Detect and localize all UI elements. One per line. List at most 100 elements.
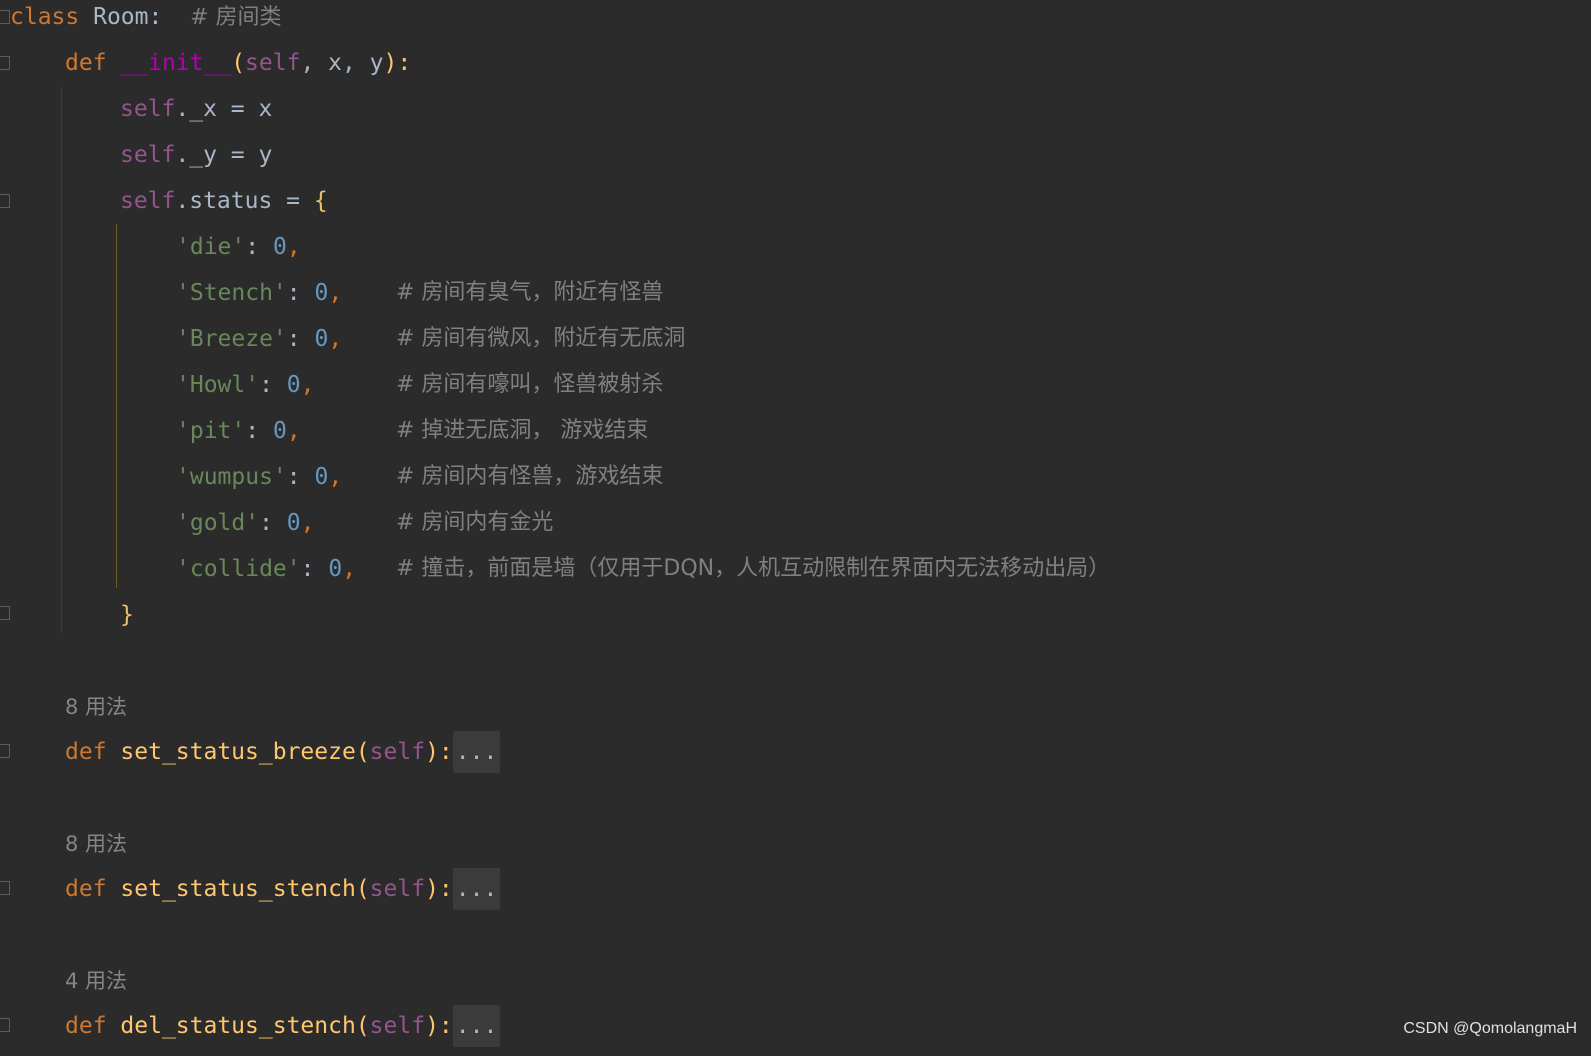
fold-marker-icon[interactable]: [0, 194, 10, 208]
dict-key: 'collide': [176, 556, 301, 582]
comma: ,: [328, 280, 343, 306]
comma: ,: [328, 464, 343, 490]
comment: # 房间类: [190, 5, 282, 30]
code-line-status: self.status = {: [120, 178, 328, 224]
comma: ,: [286, 234, 301, 260]
dict-item: 'Howl': 0,: [176, 362, 315, 408]
folded-code-button[interactable]: ...: [452, 1005, 501, 1047]
open-brace: {: [313, 188, 328, 214]
self-param: self: [369, 1013, 426, 1039]
self-param: self: [369, 739, 426, 765]
dict-key: 'Stench': [176, 280, 287, 306]
paren: (: [355, 739, 370, 765]
function-name: set_status_stench: [120, 876, 356, 902]
params: , x, y: [300, 50, 384, 76]
code-text: ._x = x: [175, 96, 273, 122]
keyword: def: [65, 50, 107, 76]
separator: :: [286, 280, 315, 306]
function-name: __init__: [120, 50, 232, 76]
code-line-class: class Room: # 房间类: [10, 0, 282, 40]
dict-item: 'wumpus': 0,: [176, 454, 342, 500]
usage-hint[interactable]: 8 用法: [65, 684, 127, 730]
folded-code-button[interactable]: ...: [452, 868, 501, 910]
comment: # 掉进无底洞， 游戏结束: [396, 418, 649, 443]
self-param: self: [369, 876, 426, 902]
fold-marker-icon[interactable]: [0, 744, 10, 758]
dict-key: 'Howl': [176, 372, 260, 398]
separator: :: [286, 326, 315, 352]
dict-item: 'gold': 0,: [176, 500, 315, 546]
separator: :: [245, 418, 273, 444]
indent-guide-dict: [116, 224, 117, 588]
comment: # 房间内有金光: [396, 510, 554, 535]
paren: (: [231, 50, 246, 76]
fold-marker-icon[interactable]: [0, 606, 10, 620]
usage-hint[interactable]: 8 用法: [65, 821, 127, 867]
paren: (: [355, 1013, 370, 1039]
self-param: self: [245, 50, 301, 76]
dict-item: 'die': 0,: [176, 224, 301, 270]
comma: ,: [300, 510, 315, 536]
fold-marker-icon[interactable]: [0, 10, 10, 24]
paren: ):: [425, 739, 453, 765]
dict-item: 'Stench': 0,: [176, 270, 342, 316]
comma: ,: [328, 326, 343, 352]
comment: # 房间有臭气，附近有怪兽: [396, 280, 664, 305]
paren: ):: [383, 50, 412, 76]
dict-key: 'pit': [176, 418, 246, 444]
dict-item: 'Breeze': 0,: [176, 316, 342, 362]
keyword: def: [65, 739, 107, 765]
paren: ):: [425, 876, 453, 902]
self-ref: self: [120, 96, 176, 122]
dict-key: 'wumpus': [176, 464, 287, 490]
comment: # 房间有微风，附近有无底洞: [396, 326, 686, 351]
function-name: del_status_stench: [120, 1013, 356, 1039]
comma: ,: [286, 418, 301, 444]
code-editor[interactable]: class Room: # 房间类 def __init__(self, x, …: [0, 0, 1591, 1056]
dict-key: 'gold': [176, 510, 260, 536]
code-line-method: def del_status_stench(self):...: [65, 1003, 501, 1049]
dict-item: 'pit': 0,: [176, 408, 301, 454]
fold-marker-icon[interactable]: [0, 881, 10, 895]
watermark: CSDN @QomolangmaH: [1403, 1020, 1577, 1037]
keyword: def: [65, 1013, 107, 1039]
dict-value: 0: [314, 464, 329, 490]
separator: :: [286, 464, 315, 490]
function-name: set_status_breeze: [120, 739, 356, 765]
self-ref: self: [120, 188, 176, 214]
dict-value: 0: [272, 234, 287, 260]
code-line-method: def set_status_stench(self):...: [65, 866, 501, 912]
dict-value: 0: [286, 510, 301, 536]
indent-guide: [61, 86, 62, 634]
comment: # 撞击，前面是墙（仅用于DQN，人机互动限制在界面内无法移动出局）: [396, 556, 1111, 581]
usage-hint[interactable]: 4 用法: [65, 958, 127, 1004]
code-line-assign-y: self._y = y: [120, 132, 272, 178]
code-text: .status =: [175, 188, 314, 214]
dict-key: 'Breeze': [176, 326, 287, 352]
separator: :: [259, 510, 287, 536]
dict-item: 'collide': 0,: [176, 546, 356, 592]
comment: # 房间内有怪兽，游戏结束: [396, 464, 664, 489]
paren: (: [355, 876, 370, 902]
code-line-init: def __init__(self, x, y):: [65, 40, 411, 86]
paren: ):: [425, 1013, 453, 1039]
code-line-assign-x: self._x = x: [120, 86, 272, 132]
comma: ,: [300, 372, 315, 398]
dict-value: 0: [314, 326, 329, 352]
separator: :: [245, 234, 273, 260]
fold-marker-icon[interactable]: [0, 1018, 10, 1032]
code-line-method: def set_status_breeze(self):...: [65, 729, 501, 775]
keyword: class: [10, 4, 80, 30]
comma: ,: [342, 556, 357, 582]
dict-value: 0: [286, 372, 301, 398]
separator: :: [300, 556, 329, 582]
keyword: def: [65, 876, 107, 902]
fold-marker-icon[interactable]: [0, 56, 10, 70]
close-brace: }: [120, 602, 134, 628]
dict-key: 'die': [176, 234, 246, 260]
folded-code-button[interactable]: ...: [452, 731, 501, 773]
dict-value: 0: [328, 556, 343, 582]
class-name: Room:: [93, 4, 163, 30]
code-text: ._y = y: [175, 142, 273, 168]
separator: :: [259, 372, 287, 398]
